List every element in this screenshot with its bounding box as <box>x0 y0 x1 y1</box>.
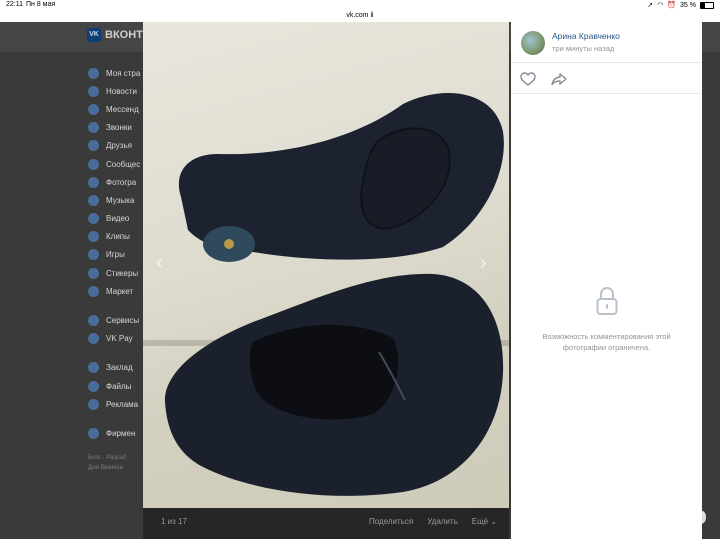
restricted-line-2: фотографии ограничена. <box>562 343 651 352</box>
sidebar-item-services[interactable]: Сервисы <box>88 311 140 329</box>
share-button[interactable]: Поделиться <box>369 517 413 526</box>
sidebar-item-label: Игры <box>106 250 125 260</box>
sidebar-item-label: Друзья <box>106 141 132 151</box>
address-bar[interactable]: vk.com ⅱ <box>0 11 720 22</box>
lock-icon <box>596 286 618 315</box>
video-icon <box>88 213 99 225</box>
sidebar-item-communities[interactable]: Сообщес <box>88 155 140 173</box>
sidebar-item-label: Фирмен <box>106 428 136 438</box>
sidebar-item-label: Реклама <box>106 399 139 409</box>
restricted-line-1: Возможность комментирования этой <box>542 332 671 341</box>
sidebar-item-video[interactable]: Видео <box>88 210 140 228</box>
avito-logo-icon <box>615 509 639 532</box>
sidebar-item-label: Заклад <box>106 363 133 373</box>
location-icon: ➚ <box>647 2 654 9</box>
sidebar-item-messenger[interactable]: Мессенд <box>88 100 140 118</box>
divider <box>511 93 702 94</box>
sidebar-item-label: Сообщес <box>106 159 141 169</box>
sidebar-item-clips[interactable]: Клипы <box>88 228 140 246</box>
sidebar-item-label: Фотогра <box>106 177 137 187</box>
sidebar-item-stickers[interactable]: Стикеры <box>88 264 140 282</box>
sidebar-item-games[interactable]: Игры <box>88 246 140 264</box>
avatar[interactable] <box>521 31 545 55</box>
sidebar-footer: Блог · Разраб Для бизнеса <box>88 453 140 473</box>
sidebar-item-label: Стикеры <box>106 268 139 278</box>
sidebar-item-files[interactable]: Файлы <box>88 377 140 395</box>
reader-icon[interactable]: ⅱ <box>370 12 373 19</box>
battery-icon <box>700 1 714 9</box>
share-icon[interactable] <box>551 72 567 86</box>
branded-icon <box>88 427 99 439</box>
sidebar-item-music[interactable]: Музыка <box>88 191 140 209</box>
author-name[interactable]: Арина Кравченко <box>552 31 620 41</box>
sidebar-item-branded[interactable]: Фирмен <box>88 424 140 442</box>
comments-restricted-message: Возможность комментирования этой фотогра… <box>520 331 693 353</box>
sidebar-item-label: Клипы <box>106 232 130 242</box>
post-time[interactable]: три минуты назад <box>552 44 614 53</box>
phone-icon <box>88 122 99 134</box>
sidebar-item-label: Маркет <box>106 286 134 296</box>
market-icon <box>88 285 99 297</box>
chat-icon <box>88 103 99 115</box>
sidebar: Моя стра Новости Мессенд Звонки Друзья С… <box>88 64 140 473</box>
sidebar-item-ads[interactable]: Реклама <box>88 395 140 413</box>
url-text: vk.com <box>346 12 369 19</box>
bookmark-icon <box>88 362 99 374</box>
sidebar-item-vkpay[interactable]: VK Pay <box>88 330 140 348</box>
sidebar-item-label: Моя стра <box>106 68 141 78</box>
sidebar-item-label: Новости <box>106 86 137 96</box>
prev-photo-arrow[interactable]: ‹ <box>156 252 163 275</box>
clips-icon <box>88 231 99 243</box>
sidebar-item-label: Музыка <box>106 195 135 205</box>
sidebar-item-label: Видео <box>106 214 130 224</box>
footer-business[interactable]: Для бизнеса <box>88 463 140 473</box>
sidebar-item-market[interactable]: Маркет <box>88 282 140 300</box>
news-icon <box>88 85 99 97</box>
sidebar-item-label: Звонки <box>106 123 132 133</box>
sidebar-item-label: Мессенд <box>106 104 139 114</box>
sticker-icon <box>88 267 99 279</box>
pay-icon <box>88 333 99 345</box>
status-date: Пн 8 мая <box>26 1 56 8</box>
photo-info-panel <box>511 22 702 539</box>
avito-watermark: Avito <box>643 500 708 530</box>
sidebar-item-label: VK Pay <box>106 334 133 344</box>
more-button[interactable]: Ещё ⌄ <box>472 517 497 526</box>
services-icon <box>88 315 99 327</box>
photo-view[interactable] <box>143 22 509 508</box>
delete-button[interactable]: Удалить <box>427 517 458 526</box>
file-icon <box>88 380 99 392</box>
battery-percent: 35 % <box>680 1 696 9</box>
wifi-icon: ◠ <box>657 2 664 9</box>
like-icon[interactable] <box>520 72 536 86</box>
sidebar-item-label: Сервисы <box>106 316 140 326</box>
photo-counter: 1 из 17 <box>161 517 187 526</box>
ballet-shoes-photo <box>143 92 509 496</box>
status-indicators: ➚ ◠ ⏰ 35 % <box>647 1 714 9</box>
divider <box>511 62 702 63</box>
ios-status-bar: 22:11 Пн 8 мая ➚ ◠ ⏰ 35 % <box>0 0 720 11</box>
sidebar-item-bookmarks[interactable]: Заклад <box>88 359 140 377</box>
sidebar-item-news[interactable]: Новости <box>88 82 140 100</box>
user-icon <box>88 67 99 79</box>
communities-icon <box>88 158 99 170</box>
sidebar-item-photos[interactable]: Фотогра <box>88 173 140 191</box>
sidebar-item-friends[interactable]: Друзья <box>88 137 140 155</box>
vk-logo-icon[interactable]: VK <box>87 28 101 42</box>
status-time: 22:11 <box>6 1 23 8</box>
music-icon <box>88 194 99 206</box>
alarm-icon: ⏰ <box>667 2 677 9</box>
sidebar-item-label: Файлы <box>106 381 132 391</box>
vk-brand: ВКОНТ <box>105 29 143 41</box>
photo-icon <box>88 176 99 188</box>
ads-icon <box>88 398 99 410</box>
next-photo-arrow[interactable]: › <box>480 252 487 275</box>
viewer-actions: Поделиться Удалить Ещё ⌄ <box>369 517 497 526</box>
sidebar-item-profile[interactable]: Моя стра <box>88 64 140 82</box>
games-icon <box>88 249 99 261</box>
sidebar-item-calls[interactable]: Звонки <box>88 119 140 137</box>
footer-links[interactable]: Блог · Разраб <box>88 453 140 463</box>
friends-icon <box>88 140 99 152</box>
